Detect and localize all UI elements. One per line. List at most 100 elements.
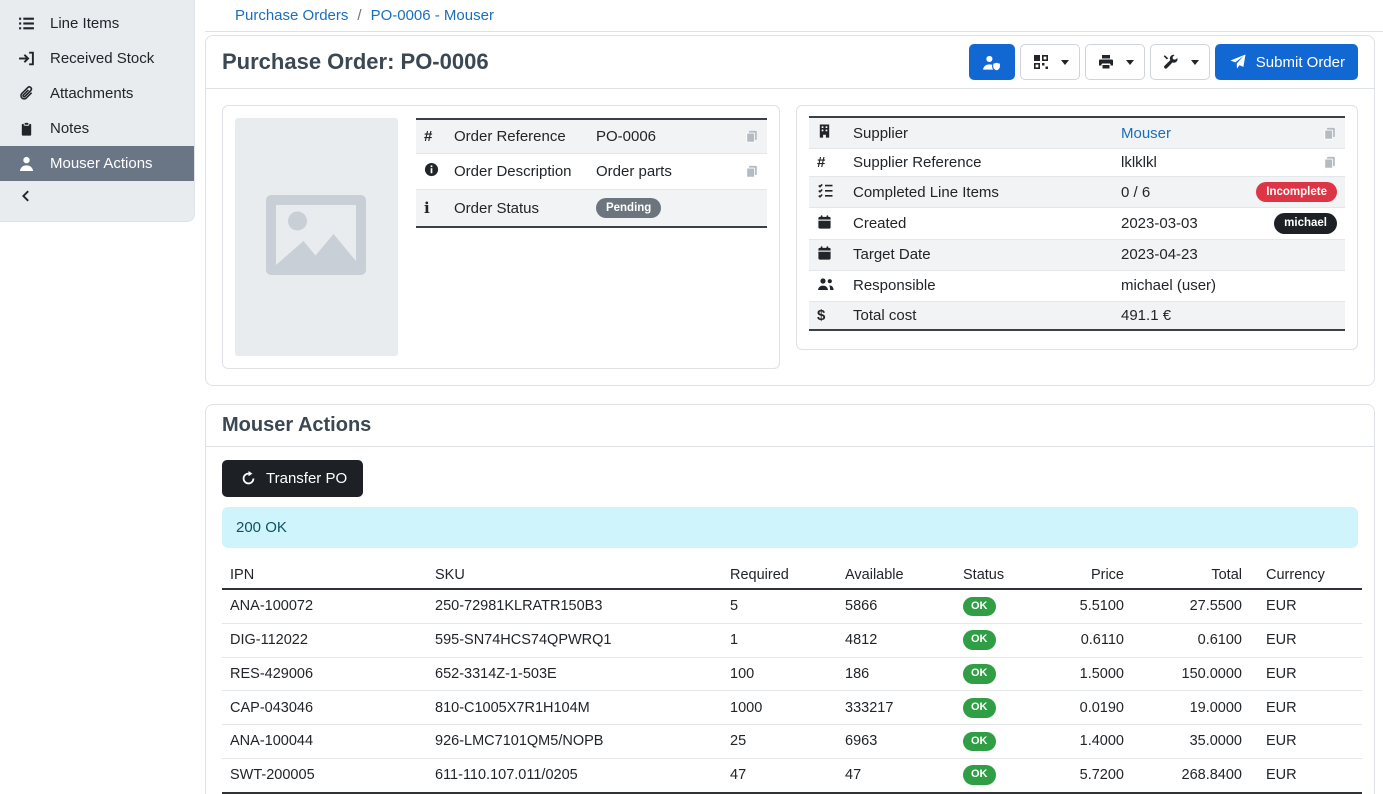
- cell-required: 1000: [722, 691, 837, 725]
- print-menu-button[interactable]: [1085, 44, 1145, 80]
- copy-icon[interactable]: [745, 164, 759, 179]
- cell-total: 35.0000: [1132, 725, 1250, 759]
- hash-icon: #: [817, 154, 825, 171]
- list-icon: [16, 15, 36, 32]
- cell-price: 1.5000: [1055, 657, 1132, 691]
- breadcrumb-link-current-order[interactable]: PO-0006 - Mouser: [371, 7, 494, 24]
- building-icon: [817, 126, 832, 143]
- detail-value: lklklkl: [1121, 154, 1157, 171]
- cell-currency: EUR: [1250, 589, 1362, 623]
- order-summary-box: # Order Reference PO-0006 Order Descript…: [222, 105, 780, 369]
- user-badge: michael: [1274, 213, 1337, 233]
- image-icon: [256, 175, 376, 299]
- line-items-table: IPN SKU Required Available Status Price …: [222, 562, 1362, 794]
- order-actions-toolbar: Submit Order: [969, 44, 1358, 80]
- cell-available: 186: [837, 657, 955, 691]
- info-icon: i: [424, 199, 430, 217]
- detail-value: 0 / 6: [1121, 184, 1150, 201]
- cell-currency: EUR: [1250, 623, 1362, 657]
- clipboard-icon: [16, 121, 36, 137]
- detail-value: Order parts: [596, 163, 672, 180]
- user-icon: [16, 155, 36, 172]
- detail-row-total-cost: $ Total cost 491.1 €: [809, 301, 1345, 330]
- info-circle-icon: [424, 164, 439, 181]
- qr-code-icon: [1031, 54, 1051, 70]
- cell-total: 0.6100: [1132, 623, 1250, 657]
- supplier-link[interactable]: Mouser: [1121, 125, 1171, 142]
- table-row: SWT-200005 611-110.107.011/0205 47 47 OK…: [222, 758, 1362, 792]
- column-header-sku: SKU: [427, 562, 722, 589]
- cell-sku: 250-72981KLRATR150B3: [427, 589, 722, 623]
- breadcrumb-separator: /: [357, 7, 361, 24]
- detail-row-responsible: Responsible michael (user): [809, 270, 1345, 301]
- copy-icon[interactable]: [1323, 126, 1337, 141]
- cell-required: 47: [722, 758, 837, 792]
- cell-ipn: ANA-100072: [222, 589, 427, 623]
- column-header-status: Status: [955, 562, 1055, 589]
- submit-order-button[interactable]: Submit Order: [1215, 44, 1358, 80]
- cell-price: 5.7200: [1055, 758, 1132, 792]
- sidebar-item-received-stock[interactable]: Received Stock: [0, 41, 194, 76]
- detail-row-target-date: Target Date 2023-04-23: [809, 239, 1345, 270]
- user-actions-button[interactable]: [969, 44, 1015, 80]
- sidebar-item-attachments[interactable]: Attachments: [0, 76, 194, 111]
- order-details: # Order Reference PO-0006 Order Descript…: [206, 89, 1374, 385]
- incomplete-badge: Incomplete: [1256, 182, 1337, 202]
- cell-ipn: ANA-100044: [222, 725, 427, 759]
- table-row: ANA-100072 250-72981KLRATR150B3 5 5866 O…: [222, 589, 1362, 623]
- cell-total: 268.8400: [1132, 758, 1250, 792]
- sidebar-item-line-items[interactable]: Line Items: [0, 6, 194, 41]
- status-badge: Pending: [596, 198, 661, 218]
- purchase-order-panel: Purchase Order: PO-0006: [205, 35, 1375, 386]
- cell-available: 6963: [837, 725, 955, 759]
- cell-price: 0.0190: [1055, 691, 1132, 725]
- sidebar-collapse-button[interactable]: [0, 181, 194, 217]
- sidebar-item-mouser-actions[interactable]: Mouser Actions: [0, 146, 194, 181]
- app-window: Line Items Received Stock Attachments No…: [0, 0, 1383, 794]
- sidebar-item-label: Attachments: [50, 85, 133, 102]
- paperclip-icon: [16, 85, 36, 102]
- cell-sku: 810-C1005X7R1H104M: [427, 691, 722, 725]
- order-options-menu-button[interactable]: [1150, 44, 1210, 80]
- detail-label: Order Status: [446, 190, 588, 228]
- barcode-menu-button[interactable]: [1020, 44, 1080, 80]
- detail-label: Total cost: [845, 301, 1113, 330]
- copy-icon[interactable]: [745, 129, 759, 144]
- transfer-po-label: Transfer PO: [266, 470, 347, 487]
- cell-currency: EUR: [1250, 725, 1362, 759]
- transfer-po-button[interactable]: Transfer PO: [222, 460, 363, 497]
- cell-available: 333217: [837, 691, 955, 725]
- cell-required: 1: [722, 623, 837, 657]
- detail-label: Created: [845, 208, 1113, 239]
- detail-row-completed-line-items: Completed Line Items 0 / 6 Incomplete: [809, 177, 1345, 208]
- calendar-icon: [817, 217, 832, 234]
- table-row: DIG-112022 595-SN74HCS74QPWRQ1 1 4812 OK…: [222, 623, 1362, 657]
- detail-value: 2023-04-23: [1121, 246, 1198, 263]
- printer-icon: [1096, 54, 1116, 70]
- breadcrumb: Purchase Orders / PO-0006 - Mouser: [205, 0, 1383, 32]
- copy-icon[interactable]: [1323, 155, 1337, 170]
- cell-price: 5.5100: [1055, 589, 1132, 623]
- detail-label: Supplier Reference: [845, 149, 1113, 177]
- calendar-icon: [817, 248, 832, 265]
- sign-in-icon: [16, 50, 36, 67]
- order-image-placeholder: [235, 118, 398, 356]
- detail-row-created: Created 2023-03-03 michael: [809, 208, 1345, 239]
- ok-badge: OK: [963, 630, 996, 650]
- column-header-available: Available: [837, 562, 955, 589]
- cell-total: 19.0000: [1132, 691, 1250, 725]
- cell-ipn: RES-429006: [222, 657, 427, 691]
- breadcrumb-link-purchase-orders[interactable]: Purchase Orders: [235, 7, 348, 24]
- sidebar-item-notes[interactable]: Notes: [0, 111, 194, 146]
- order-meta-box: Supplier Mouser # Supplier Reference lkl…: [796, 105, 1358, 350]
- ok-badge: OK: [963, 765, 996, 785]
- cell-sku: 652-3314Z-1-503E: [427, 657, 722, 691]
- sidebar-item-label: Mouser Actions: [50, 155, 153, 172]
- cell-total: 27.5500: [1132, 589, 1250, 623]
- table-header-row: IPN SKU Required Available Status Price …: [222, 562, 1362, 589]
- table-row: RES-429006 652-3314Z-1-503E 100 186 OK 1…: [222, 657, 1362, 691]
- table-row: ANA-100044 926-LMC7101QM5/NOPB 25 6963 O…: [222, 725, 1362, 759]
- detail-label: Order Reference: [446, 119, 588, 154]
- detail-label: Target Date: [845, 239, 1113, 270]
- cell-currency: EUR: [1250, 691, 1362, 725]
